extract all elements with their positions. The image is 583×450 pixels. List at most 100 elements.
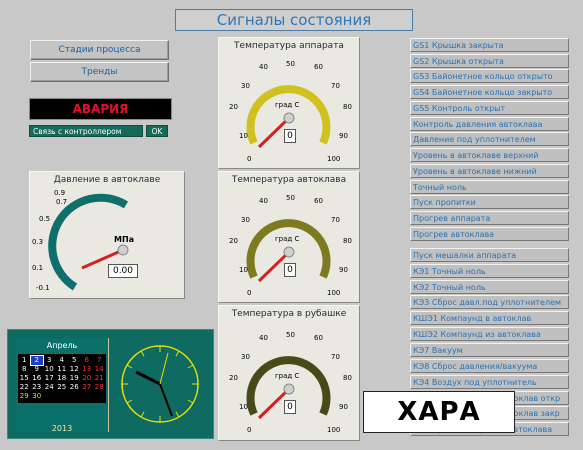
- jacket-tick: 40: [259, 334, 268, 342]
- calendar-day[interactable]: 26: [68, 383, 81, 392]
- connection-label: Связь с контроллером: [29, 125, 143, 137]
- jacket-tick: 0: [247, 426, 252, 434]
- signal-item[interactable]: GS1 Крышка закрыта: [410, 38, 569, 52]
- jacket-tick: 30: [241, 353, 250, 361]
- pressure-tick: -0.1: [36, 284, 50, 292]
- pressure-gauge-panel: Давление в автоклаве 0.9 0.7 0.5 0.3 0.1…: [29, 171, 185, 299]
- calendar-day[interactable]: 18: [56, 374, 69, 383]
- trends-button[interactable]: Тренды: [30, 62, 169, 82]
- autoclave-tick: 80: [343, 237, 352, 245]
- apparatus-tick: 40: [259, 63, 268, 71]
- autoclave-temp-panel: Температура автоклава 0 10 20 30 40 50 6…: [218, 171, 360, 303]
- calendar-day[interactable]: 2: [29, 355, 44, 366]
- calendar-day[interactable]: 6: [81, 356, 94, 365]
- pressure-tick: 0.3: [32, 238, 44, 246]
- calendar-day[interactable]: 1: [18, 356, 31, 365]
- calendar-day[interactable]: 23: [31, 383, 44, 392]
- signal-item[interactable]: Пуск мешалки аппарата: [410, 248, 569, 262]
- apparatus-tick: 80: [343, 103, 352, 111]
- jacket-tick: 20: [229, 374, 238, 382]
- calendar-day[interactable]: 29: [18, 392, 31, 401]
- calendar-day[interactable]: 20: [81, 374, 94, 383]
- apparatus-tick: 60: [314, 63, 323, 71]
- signal-item[interactable]: GS5 Контроль открыт: [410, 101, 569, 115]
- jacket-unit: град С: [275, 372, 300, 380]
- calendar-day[interactable]: [43, 392, 56, 401]
- calendar-day[interactable]: 12: [68, 365, 81, 374]
- signal-item[interactable]: Уровень в автоклаве нижний: [410, 164, 569, 178]
- calendar-week: 1234567: [18, 355, 106, 366]
- calendar-day[interactable]: 3: [43, 356, 56, 365]
- calendar-day[interactable]: [56, 392, 69, 401]
- calendar-day[interactable]: 14: [93, 365, 106, 374]
- calendar-day[interactable]: [93, 392, 106, 401]
- signal-item[interactable]: Уровень в автоклаве верхний: [410, 148, 569, 162]
- calendar-day[interactable]: [68, 392, 81, 401]
- calendar-day[interactable]: 22: [18, 383, 31, 392]
- calendar-day[interactable]: 9: [31, 365, 44, 374]
- calendar-day[interactable]: 13: [81, 365, 94, 374]
- signal-item[interactable]: КЭ1 Точный ноль: [410, 264, 569, 278]
- calendar-day[interactable]: 10: [43, 365, 56, 374]
- analog-clock: [121, 345, 199, 423]
- calendar-week: 29 30: [18, 392, 106, 401]
- calendar-day[interactable]: 5: [68, 356, 81, 365]
- calendar-week: 22 23 24 25 26 27 28: [18, 383, 106, 392]
- signal-item[interactable]: GS4 Байонетное кольцо закрыто: [410, 85, 569, 99]
- signal-item[interactable]: GS3 Байонетное кольцо открыто: [410, 69, 569, 83]
- autoclave-tick: 90: [339, 266, 348, 274]
- apparatus-tick: 70: [331, 82, 340, 90]
- autoclave-tick: 60: [314, 197, 323, 205]
- signal-item[interactable]: КЭ4 Воздух под уплотнитель: [410, 375, 569, 389]
- signal-item[interactable]: Прогрев автоклава: [410, 227, 569, 241]
- signal-item[interactable]: КШЭ2 Компаунд из автоклава: [410, 327, 569, 341]
- apparatus-tick: 20: [229, 103, 238, 111]
- signal-item[interactable]: Контроль давления автоклава: [410, 117, 569, 131]
- jacket-tick: 50: [286, 331, 295, 339]
- apparatus-temp-value: 0: [284, 129, 296, 143]
- calendar-day[interactable]: 8: [18, 365, 31, 374]
- calendar-day[interactable]: 28: [93, 383, 106, 392]
- pressure-tick: 0.7: [56, 198, 68, 206]
- autoclave-tick: 40: [259, 197, 268, 205]
- pressure-value: 0.00: [108, 264, 138, 278]
- calendar-grid: 1 2 3 4 5 6 7 8 9 10 11 12 13 14 15 16 17 18 19 20 21 22 23 24 2…: [18, 354, 106, 403]
- signal-item[interactable]: Прогрев аппарата: [410, 211, 569, 225]
- signal-item[interactable]: КЭ2 Точный ноль: [410, 280, 569, 294]
- process-stages-button[interactable]: Стадии процесса: [30, 40, 169, 60]
- pressure-unit: МПа: [114, 235, 135, 244]
- calendar-day[interactable]: 19: [68, 374, 81, 383]
- calendar-day[interactable]: 27: [81, 383, 94, 392]
- apparatus-unit: град С: [275, 101, 300, 109]
- calendar-day[interactable]: 7: [93, 356, 106, 365]
- autoclave-tick: 70: [331, 216, 340, 224]
- signal-item[interactable]: КЭ7 Вакуум: [410, 343, 569, 357]
- calendar-day[interactable]: 16: [31, 374, 44, 383]
- calendar-week: 8 9 10 11 12 13 14: [18, 365, 106, 374]
- jacket-tick: 80: [343, 374, 352, 382]
- apparatus-tick: 0: [247, 155, 252, 163]
- calendar-day[interactable]: 25: [56, 383, 69, 392]
- calendar-day[interactable]: [81, 392, 94, 401]
- signal-item[interactable]: КЭ8 Сброс давления/вакуума: [410, 359, 569, 373]
- pressure-tick: 0.5: [39, 215, 51, 223]
- signal-item[interactable]: КЭ3 Сброс давл.под уплотнителем: [410, 295, 569, 309]
- jacket-temp-value: 0: [284, 400, 296, 414]
- calendar-day[interactable]: 30: [31, 392, 44, 401]
- calendar-day[interactable]: 24: [43, 383, 56, 392]
- apparatus-tick: 50: [286, 60, 295, 68]
- signal-item[interactable]: GS2 Крышка открыта: [410, 54, 569, 68]
- signal-item[interactable]: Пуск пропитки: [410, 195, 569, 209]
- calendar-day[interactable]: 4: [56, 356, 69, 365]
- autoclave-tick: 100: [327, 289, 341, 297]
- calendar-day[interactable]: 21: [93, 374, 106, 383]
- calendar-month: Апрель: [46, 341, 78, 350]
- signal-item[interactable]: КШЭ1 Компаунд в автоклав: [410, 311, 569, 325]
- signal-item[interactable]: Давление под уплотнителем: [410, 132, 569, 146]
- pressure-tick: 0.9: [54, 189, 66, 197]
- signal-item[interactable]: Точный ноль: [410, 180, 569, 194]
- calendar-day[interactable]: 17: [43, 374, 56, 383]
- calendar-day[interactable]: 15: [18, 374, 31, 383]
- alarm-indicator: АВАРИЯ: [29, 98, 172, 120]
- calendar-day[interactable]: 11: [56, 365, 69, 374]
